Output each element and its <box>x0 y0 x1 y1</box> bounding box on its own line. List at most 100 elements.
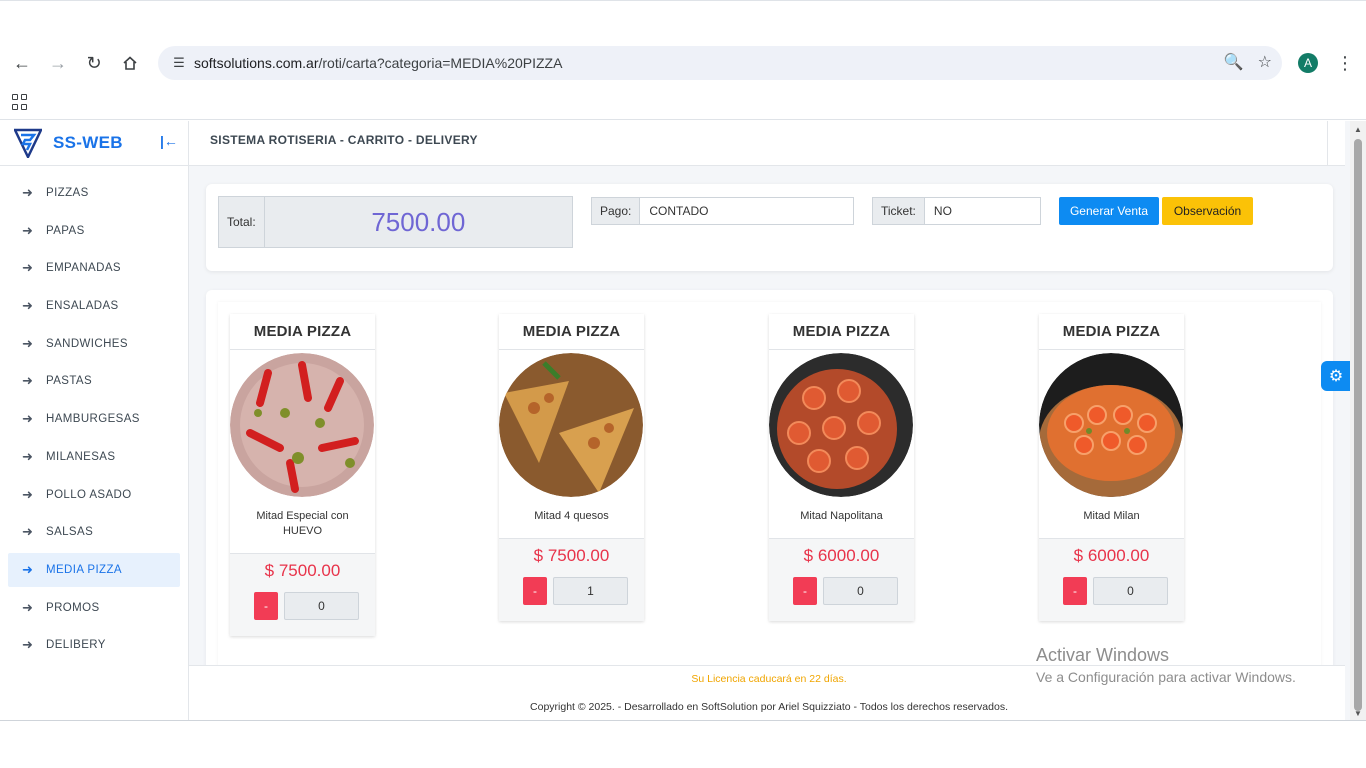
sidebar-item-ensaladas[interactable]: ➜ ENSALADAS <box>8 289 180 323</box>
product-category: MEDIA PIZZA <box>1039 314 1184 350</box>
arrow-right-icon: ➜ <box>22 185 34 200</box>
sidebar-item-label: EMPANADAS <box>46 262 121 275</box>
product-price: $ 7500.00 <box>533 546 610 565</box>
scroll-up-arrow-icon[interactable]: ▲ <box>1354 125 1362 134</box>
payment-label: Pago: <box>591 197 641 225</box>
taskbar-area <box>0 720 1366 768</box>
windows-activation-watermark: Activar Windows Ve a Configuración para … <box>1036 645 1296 685</box>
sidebar-item-delibery[interactable]: ➜ DELIBERY <box>8 628 180 662</box>
sidebar-item-label: HAMBURGESAS <box>46 413 140 426</box>
sidebar-item-label: ENSALADAS <box>46 300 119 313</box>
arrow-right-icon: ➜ <box>22 373 34 389</box>
observation-button[interactable]: Observación <box>1162 197 1253 225</box>
total-label: Total: <box>218 196 265 248</box>
sidebar-item-empanadas[interactable]: ➜ EMPANADAS <box>8 251 180 285</box>
sidebar-item-salsas[interactable]: ➜ SALSAS <box>8 515 180 549</box>
product-name: Mitad Especial con HUEVO <box>256 510 349 537</box>
profile-avatar[interactable]: A <box>1298 53 1318 73</box>
product-card[interactable]: MEDIA PIZZA Mitad Napolitana $ 6000.00 -… <box>769 314 914 621</box>
product-category: MEDIA PIZZA <box>230 314 375 350</box>
collapse-sidebar-icon[interactable]: |← <box>160 133 178 149</box>
sidebar-item-hamburgesas[interactable]: ➜ HAMBURGESAS <box>8 402 180 436</box>
payment-group: Pago: CONTADO <box>591 197 854 225</box>
product-name: Mitad Milan <box>1083 510 1140 522</box>
sidebar-item-label: MEDIA PIZZA <box>46 563 122 576</box>
sidebar-item-label: SALSAS <box>46 526 94 539</box>
bookmark-star-icon[interactable]: ☆ <box>1258 52 1272 72</box>
page-viewport: SS-WEB |← ➜ PIZZAS ➜ PAPAS ➜ EMPANADAS ➜ ENS… <box>0 121 1366 720</box>
reload-icon[interactable]: ↻ <box>76 45 112 81</box>
quantity-input[interactable]: 0 <box>823 577 898 605</box>
home-icon[interactable] <box>112 45 148 81</box>
sidebar-item-label: MILANESAS <box>46 450 116 463</box>
copyright-text: Copyright © 2025. - Desarrollado en Soft… <box>530 701 1008 713</box>
sidebar-item-promos[interactable]: ➜ PROMOS <box>8 591 180 625</box>
page-title: SISTEMA ROTISERIA - CARRITO - DELIVERY <box>210 133 478 147</box>
product-card[interactable]: MEDIA PIZZA Mitad Especial con HUEVO $ 7… <box>230 314 375 636</box>
arrow-right-icon: ➜ <box>22 637 34 653</box>
generate-sale-button[interactable]: Generar Venta <box>1059 197 1159 225</box>
forward-icon[interactable]: → <box>40 45 76 81</box>
product-category: MEDIA PIZZA <box>499 314 644 350</box>
header-divider <box>1327 121 1328 166</box>
settings-gear-icon[interactable]: ⚙ <box>1321 361 1351 391</box>
sidebar: SS-WEB |← ➜ PIZZAS ➜ PAPAS ➜ EMPANADAS ➜ ENS… <box>0 121 189 720</box>
sidebar-item-label: PASTAS <box>46 375 93 388</box>
arrow-right-icon: ➜ <box>22 561 34 577</box>
product-name: Mitad Napolitana <box>800 510 883 522</box>
product-image[interactable] <box>230 353 374 497</box>
product-name: Mitad 4 quesos <box>534 510 609 522</box>
quantity-input[interactable]: 1 <box>553 577 628 605</box>
url-host: softsolutions.com.ar <box>194 55 319 71</box>
apps-grid-icon[interactable] <box>12 94 28 110</box>
page-scrollbar[interactable]: ▲ ▼ <box>1350 121 1366 720</box>
watermark-line-1: Activar Windows <box>1036 645 1170 665</box>
product-image[interactable] <box>1039 353 1183 497</box>
sidebar-item-label: POLLO ASADO <box>46 488 132 501</box>
top-header: SISTEMA ROTISERIA - CARRITO - DELIVERY <box>189 121 1345 166</box>
arrow-right-icon: ➜ <box>22 222 34 238</box>
scroll-down-arrow-icon[interactable]: ▼ <box>1354 709 1362 718</box>
arrow-right-icon: ➜ <box>22 486 34 502</box>
sidebar-item-pollo-asado[interactable]: ➜ POLLO ASADO <box>8 478 180 512</box>
back-icon[interactable]: ← <box>4 45 40 81</box>
brand-logo-icon <box>14 128 42 158</box>
quantity-input[interactable]: 0 <box>1093 577 1168 605</box>
product-image[interactable] <box>769 353 913 497</box>
decrease-qty-button[interactable]: - <box>1063 577 1087 605</box>
browser-toolbar: ← → ↻ ☰ softsolutions.com.ar/roti/carta?… <box>0 40 1366 86</box>
ticket-label: Ticket: <box>872 197 925 225</box>
sidebar-item-pizzas[interactable]: ➜ PIZZAS <box>8 176 180 210</box>
brand-name: SS-WEB <box>53 133 123 152</box>
zoom-icon[interactable]: 🔍 <box>1224 52 1244 72</box>
sidebar-item-label: PIZZAS <box>46 187 89 199</box>
product-card[interactable]: MEDIA PIZZA Mitad Milan $ 6000.00 - 0 <box>1039 314 1184 621</box>
sidebar-item-media-pizza[interactable]: ➜ MEDIA PIZZA <box>8 552 180 587</box>
site-info-icon[interactable]: ☰ <box>164 55 194 71</box>
sidebar-item-sandwiches[interactable]: ➜ SANDWICHES <box>8 327 180 361</box>
browser-tab-strip <box>0 0 1366 40</box>
ticket-group: Ticket: NO <box>872 197 1041 225</box>
decrease-qty-button[interactable]: - <box>793 577 817 605</box>
decrease-qty-button[interactable]: - <box>523 577 547 605</box>
browser-menu-icon[interactable]: ⋮ <box>1336 50 1354 76</box>
product-card[interactable]: MEDIA PIZZA Mitad 4 quesos $ 7500.00 - 1 <box>499 314 644 621</box>
product-price: $ 7500.00 <box>264 561 341 580</box>
arrow-right-icon: ➜ <box>22 524 34 540</box>
scroll-thumb[interactable] <box>1354 139 1362 711</box>
url-text[interactable]: softsolutions.com.ar/roti/carta?categori… <box>194 55 562 71</box>
watermark-line-2: Ve a Configuración para activar Windows. <box>1036 669 1296 685</box>
product-image[interactable] <box>499 353 643 497</box>
sidebar-item-papas[interactable]: ➜ PAPAS <box>8 214 180 248</box>
sidebar-item-milanesas[interactable]: ➜ MILANESAS <box>8 440 180 474</box>
decrease-qty-button[interactable]: - <box>254 592 278 620</box>
ticket-select[interactable]: NO <box>924 197 1041 225</box>
quantity-input[interactable]: 0 <box>284 592 359 620</box>
address-bar[interactable]: ☰ softsolutions.com.ar/roti/carta?catego… <box>158 46 1282 80</box>
arrow-right-icon: ➜ <box>22 260 34 276</box>
sidebar-item-pastas[interactable]: ➜ PASTAS <box>8 364 180 398</box>
total-value: 7500.00 <box>264 196 573 248</box>
arrow-right-icon: ➜ <box>22 335 34 351</box>
arrow-right-icon: ➜ <box>22 448 34 464</box>
payment-select[interactable]: CONTADO <box>640 197 854 225</box>
